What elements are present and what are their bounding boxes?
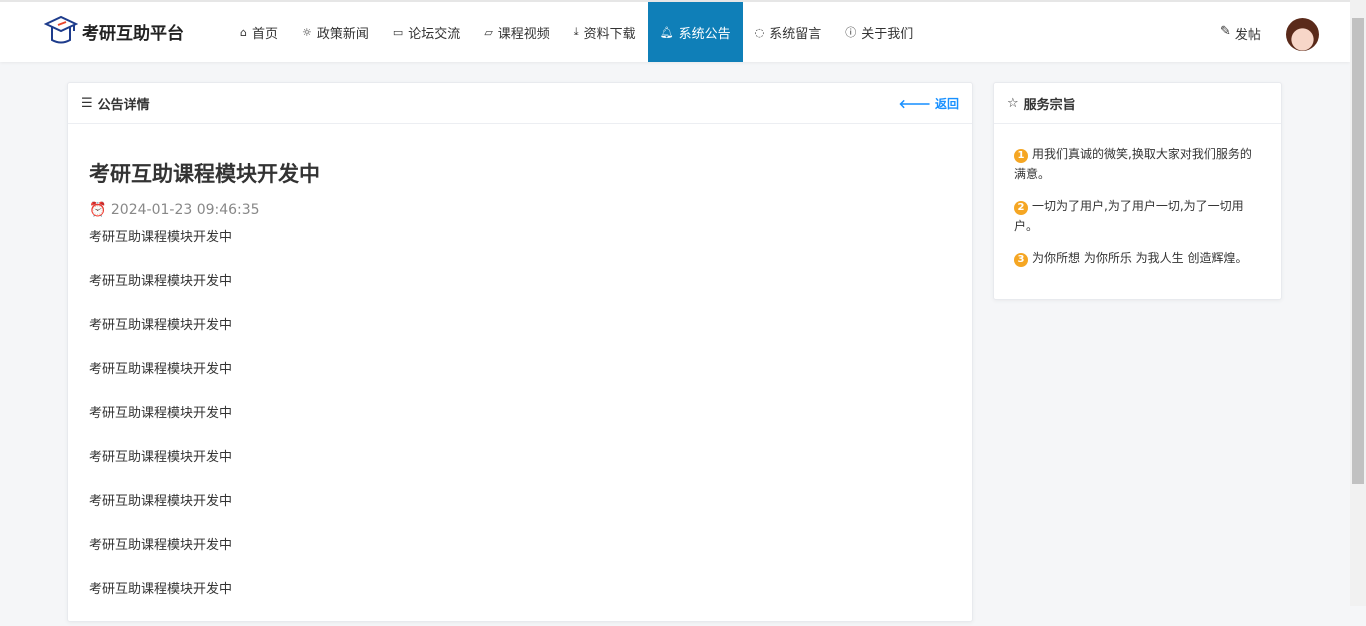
service-list: 1 用我们真诚的微笑,换取大家对我们服务的满意。 2 一切为了用户,为了用户一切,为了… [994,124,1281,300]
chat-icon: ▭ [392,25,404,39]
scrollbar-thumb[interactable] [1352,18,1364,484]
notice-time: ⏰ 2024-01-23 09:46:35 [89,202,972,218]
service-text: 为你所想 为你所乐 为我人生 创造辉煌。 [1032,251,1248,265]
notice-detail-card: ☰ 公告详情 🡐 返回 考研互助课程模块开发中 ⏰ 2024-01-23 09:4… [67,82,973,622]
content-paragraph: 考研互助课程模块开发中 [89,362,233,377]
service-item: 1 用我们真诚的微笑,换取大家对我们服务的满意。 [1014,144,1261,184]
nav-item-1[interactable]: ☼ 政策新闻 [290,2,381,62]
main-nav: ⌂ 首页 ☼ 政策新闻 ▭ 论坛交流 ▱ 课程视频 ⤓ 资料下载 🔔︎ 系统公告 ◌ 系统留言 ⓘ 关于我们 [228,2,925,62]
service-item: 2 一切为了用户,为了用户一切,为了一切用户。 [1014,196,1261,236]
video-icon: ▱ [484,25,493,39]
content-paragraph: 考研互助课程模块开发中 [89,450,233,465]
notice-content: 考研互助课程模块开发中 考研互助课程模块开发中 考研互助课程模块开发中 考研互助课程模… [68,230,972,626]
back-label: 返回 [934,96,959,111]
number-badge: 2 [1014,201,1028,215]
content-paragraph: 考研互助课程模块开发中 [89,318,233,333]
nav-label: 系统留言 [769,26,822,42]
nav-label: 资料下载 [583,26,636,42]
download-icon: ⤓ [573,25,579,38]
nav-label: 政策新闻 [316,26,369,42]
logo-text: 考研互助平台 [82,23,184,44]
nav-item-4[interactable]: ⤓ 资料下载 [562,2,648,62]
bell-icon: 🔔︎ [659,25,674,39]
top-navbar: 考研互助平台 ⌂ 首页 ☼ 政策新闻 ▭ 论坛交流 ▱ 课程视频 ⤓ 资料下载 🔔︎ 系统公告 ◌ 系统留… [0,0,1350,62]
message-icon: ◌ [754,25,765,39]
logo[interactable]: 考研互助平台 [44,14,184,48]
notice-title: 考研互助课程模块开发中 [89,162,320,186]
service-text: 一切为了用户,为了用户一切,为了一切用户。 [1014,199,1244,233]
nav-label: 关于我们 [861,26,914,42]
nav-item-0[interactable]: ⌂ 首页 [228,2,290,62]
nav-label: 首页 [251,26,278,42]
sun-icon: ☼ [302,25,312,39]
nav-label: 系统公告 [678,26,731,42]
avatar[interactable] [1286,18,1319,51]
list-icon: ☰ [81,95,93,111]
content-paragraph: 考研互助课程模块开发中 [89,274,233,289]
graduation-cap-icon [44,15,78,44]
service-item: 3 为你所想 为你所乐 为我人生 创造辉煌。 [1014,248,1261,268]
number-badge: 3 [1014,253,1028,267]
post-button[interactable]: ✎ 发帖 [1220,24,1261,43]
edit-icon: ✎ [1220,24,1231,39]
nav-item-3[interactable]: ▱ 课程视频 [472,2,561,62]
content-paragraph: 考研互助课程模块开发中 [89,582,233,597]
nav-item-2[interactable]: ▭ 论坛交流 [381,2,472,62]
time-text: 2024-01-23 09:46:35 [110,202,260,218]
nav-item-7[interactable]: ⓘ 关于我们 [833,2,925,62]
nav-item-6[interactable]: ◌ 系统留言 [743,2,834,62]
nav-label: 论坛交流 [408,26,461,42]
nav-item-5[interactable]: 🔔︎ 系统公告 [647,2,743,62]
content-paragraph: 考研互助课程模块开发中 [89,494,233,509]
card-title: 服务宗旨 [1023,97,1076,113]
content-paragraph: 考研互助课程模块开发中 [89,406,233,421]
card-title: 公告详情 [97,97,150,113]
info-icon: ⓘ [845,26,857,39]
service-text: 用我们真诚的微笑,换取大家对我们服务的满意。 [1014,147,1252,181]
content-paragraph: 考研互助课程模块开发中 [89,230,233,245]
number-badge: 1 [1014,149,1028,163]
back-link[interactable]: 🡐 返回 [899,95,959,112]
home-icon: ⌂ [240,25,247,39]
nav-label: 课程视频 [497,26,550,42]
content-paragraph: 考研互助课程模块开发中 [89,538,233,553]
post-label: 发帖 [1234,28,1261,43]
alarm-clock-icon: ⏰ [89,202,107,218]
service-card: ☆ 服务宗旨 1 用我们真诚的微笑,换取大家对我们服务的满意。 2 一切为了用户,为了用… [993,82,1282,300]
star-icon: ☆ [1007,95,1019,111]
